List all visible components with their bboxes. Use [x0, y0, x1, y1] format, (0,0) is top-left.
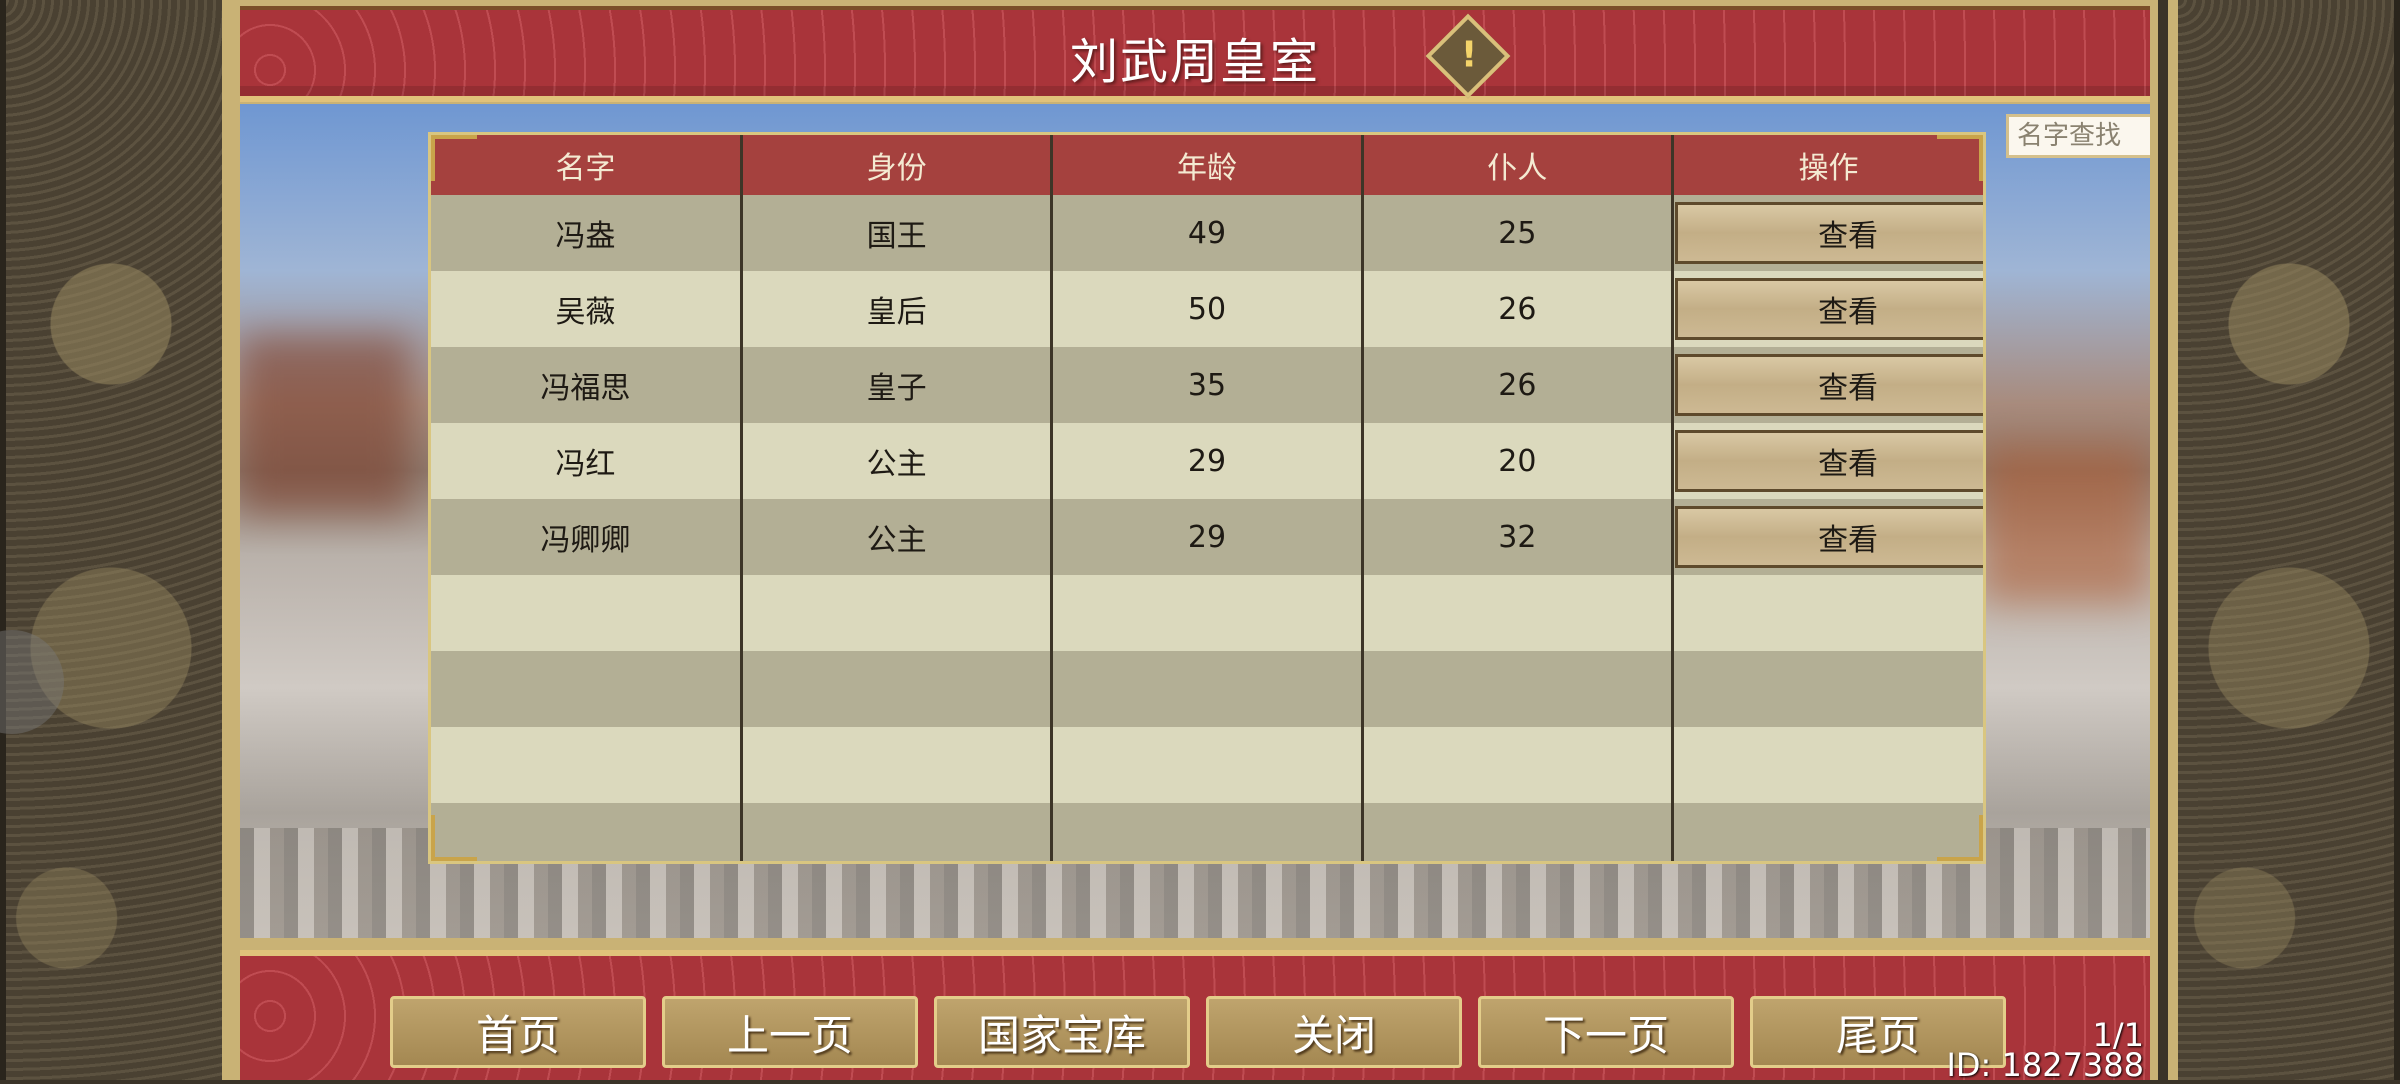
view-button[interactable]: 查看 [1675, 278, 1983, 340]
cell-role: 皇子 [741, 347, 1054, 423]
cell-role: 国王 [741, 195, 1054, 271]
cell-name: 冯盎 [431, 195, 743, 271]
empty-row [431, 727, 1983, 803]
prev-page-button[interactable]: 上一页 [662, 996, 918, 1068]
table-row: 吴薇 皇后 50 26 查看 [431, 271, 1983, 347]
table-row: 冯卿卿 公主 29 32 查看 [431, 499, 1983, 575]
cell-role: 公主 [741, 499, 1054, 575]
window-title: 刘武周皇室 [1069, 34, 1320, 90]
close-button[interactable]: 关闭 [1206, 996, 1462, 1068]
cell-role: 皇后 [741, 271, 1054, 347]
view-button[interactable]: 查看 [1675, 354, 1983, 416]
empty-row [431, 575, 1983, 651]
cell-servants: 20 [1362, 423, 1675, 499]
cell-servants: 32 [1362, 499, 1675, 575]
cell-servants: 26 [1362, 271, 1675, 347]
cell-age: 29 [1051, 423, 1364, 499]
header-role: 身份 [741, 135, 1054, 195]
name-search-input[interactable] [2006, 114, 2150, 158]
view-button[interactable]: 查看 [1675, 202, 1983, 264]
view-button[interactable]: 查看 [1675, 506, 1983, 568]
table-row: 冯福思 皇子 35 26 查看 [431, 347, 1983, 423]
empty-row [431, 803, 1983, 861]
cell-name: 冯卿卿 [431, 499, 743, 575]
cell-age: 29 [1051, 499, 1364, 575]
header-servants: 仆人 [1362, 135, 1675, 195]
background-scene: 名字 身份 年龄 仆人 操作 冯盎 国王 49 25 查看 [240, 104, 2150, 938]
right-dragon-panel [2168, 0, 2400, 1080]
first-page-button[interactable]: 首页 [390, 996, 646, 1068]
table-row: 冯红 公主 29 20 查看 [431, 423, 1983, 499]
cell-role: 公主 [741, 423, 1054, 499]
cell-name: 冯福思 [431, 347, 743, 423]
empty-row [431, 651, 1983, 727]
cell-age: 49 [1051, 195, 1364, 271]
royal-family-table: 名字 身份 年龄 仆人 操作 冯盎 国王 49 25 查看 吴薇 皇后 50 2… [428, 132, 1986, 864]
footer-bar: 首页 上一页 国家宝库 关闭 下一页 尾页 1/1 ID: 1827388 [240, 950, 2150, 1084]
main-window: 刘武周皇室 ! 名字 身份 年龄 仆人 操作 [232, 0, 2158, 1084]
view-button[interactable]: 查看 [1675, 430, 1983, 492]
table-header-row: 名字 身份 年龄 仆人 操作 [431, 135, 1983, 195]
cell-name: 吴薇 [431, 271, 743, 347]
treasury-button[interactable]: 国家宝库 [934, 996, 1190, 1068]
next-page-button[interactable]: 下一页 [1478, 996, 1734, 1068]
cell-servants: 26 [1362, 347, 1675, 423]
user-id: ID: 1827388 [1946, 1046, 2144, 1084]
left-dragon-panel [0, 0, 232, 1080]
header-age: 年龄 [1051, 135, 1364, 195]
header-name: 名字 [431, 135, 743, 195]
cell-servants: 25 [1362, 195, 1675, 271]
cell-age: 50 [1051, 271, 1364, 347]
cell-name: 冯红 [431, 423, 743, 499]
table-row: 冯盎 国王 49 25 查看 [431, 195, 1983, 271]
title-bar: 刘武周皇室 ! [240, 6, 2150, 102]
cell-age: 35 [1051, 347, 1364, 423]
